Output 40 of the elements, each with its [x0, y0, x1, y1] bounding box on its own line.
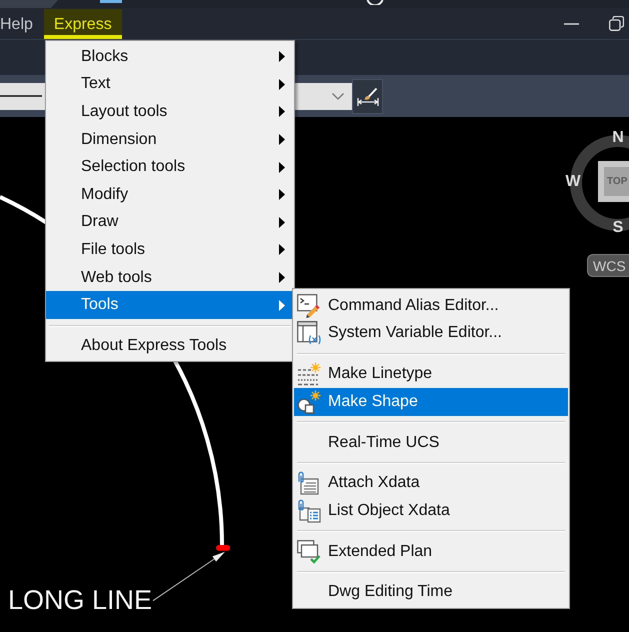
dashed-lines-sparkle-icon: [297, 362, 321, 386]
shapes-sparkle-icon: [297, 390, 321, 414]
menu-bar-item[interactable]: Help: [0, 9, 33, 39]
menu-item[interactable]: Dimension: [46, 126, 294, 154]
menu-item[interactable]: Layout tools: [46, 98, 294, 126]
menu-item[interactable]: Web tools: [46, 264, 294, 292]
menu-item[interactable]: Text: [46, 70, 294, 98]
menu-item[interactable]: System Variable Editor...: [294, 320, 568, 348]
compass-label: S: [612, 219, 624, 237]
menu-item[interactable]: File tools: [46, 236, 294, 264]
menu-item[interactable]: Make Shape: [294, 388, 568, 416]
menu-item[interactable]: Make Linetype: [294, 360, 568, 388]
windows-check-icon: [297, 540, 321, 564]
chevron-down-icon: [332, 92, 344, 100]
paperclip-document-icon: [297, 471, 321, 496]
menu-bar-item[interactable]: Express: [44, 9, 122, 39]
paperclip-list-icon: [297, 498, 321, 523]
table-variable-icon: [297, 321, 321, 346]
menu-item[interactable]: Real-Time UCS: [294, 428, 568, 456]
menu-item[interactable]: Modify: [46, 180, 294, 209]
menu-item[interactable]: Extended Plan: [294, 538, 568, 566]
dimension-brush-icon: [356, 86, 378, 106]
dimension-brush-button[interactable]: [352, 78, 383, 114]
menu-item[interactable]: Command Alias Editor...: [294, 292, 568, 320]
menu-item[interactable]: Tools: [46, 291, 294, 319]
endpoint-marker: [216, 545, 230, 550]
terminal-pencil-icon: [297, 294, 321, 318]
restore-icon[interactable]: [609, 16, 624, 31]
menu-item[interactable]: Dwg Editing Time: [294, 578, 568, 606]
menu-item[interactable]: Attach Xdata: [294, 470, 568, 498]
menu-item[interactable]: Selection tools: [46, 153, 294, 181]
minimize-icon[interactable]: [564, 22, 579, 24]
compass-label: N: [611, 129, 625, 147]
annotation-text: LONG LINE: [8, 587, 152, 614]
menu-item[interactable]: Draw: [46, 208, 294, 236]
line-sample-icon: [0, 95, 42, 97]
coordinate-system-button[interactable]: WCS: [587, 254, 629, 277]
menu-item[interactable]: About Express Tools: [46, 332, 294, 360]
menu-item[interactable]: List Object Xdata: [294, 497, 568, 525]
compass-label: W: [565, 173, 581, 191]
